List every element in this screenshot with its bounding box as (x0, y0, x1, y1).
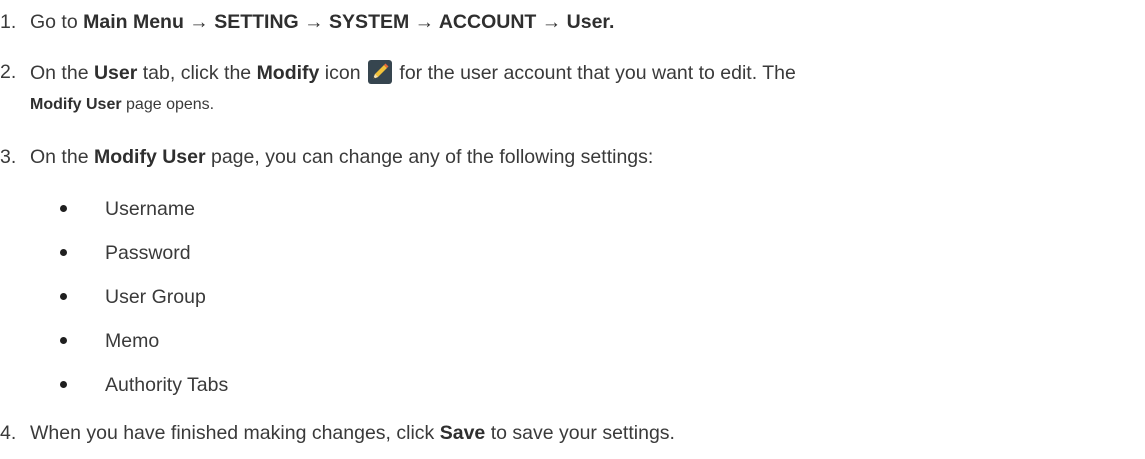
step-3-text: On the Modify User page, you can change … (30, 145, 653, 169)
user-tab-label: User (93, 62, 138, 84)
bullet-item: User Group (105, 286, 206, 308)
bullet-item: Authority Tabs (105, 374, 229, 396)
bullet-item: Password (105, 242, 191, 264)
modify-user-page-label: Modify User (30, 96, 122, 113)
menu-path: Main Menu → SETTING → SYSTEM → ACCOUNT →… (83, 11, 615, 33)
step-2-text-part: On the (30, 62, 94, 84)
step-4-text: When you have finished making changes, c… (30, 421, 675, 445)
step-number: 4. (0, 422, 17, 444)
step-number: 2. (0, 61, 17, 83)
step-2-text-part: page opens. (121, 96, 215, 113)
step-3-text-part: page, you can change any of the followin… (205, 146, 654, 168)
save-label: Save (439, 422, 486, 444)
bullet-dot (60, 293, 67, 300)
bullet-item: Memo (105, 330, 160, 352)
modify-label: Modify (256, 62, 320, 84)
step-1-prefix: Go to (30, 11, 84, 33)
step-2-text: On the User tab, click the Modify icon f… (30, 60, 796, 85)
document-page: 1. Go to Main Menu → SETTING → SYSTEM → … (0, 0, 1145, 459)
bullet-dot (60, 381, 67, 388)
step-3-text-part: On the (30, 146, 94, 168)
modify-user-page-label: Modify User (93, 146, 206, 168)
bullet-dot (60, 249, 67, 256)
step-2-continuation: Modify User page opens. (30, 93, 214, 117)
step-4-text-part: When you have finished making changes, c… (30, 422, 440, 444)
step-4-text-part: to save your settings. (485, 422, 675, 444)
step-number: 1. (0, 11, 17, 33)
step-2-text-part: tab, click the (137, 62, 257, 84)
bullet-dot (60, 337, 67, 344)
step-1-text: Go to Main Menu → SETTING → SYSTEM → ACC… (30, 10, 614, 34)
bullet-dot (60, 205, 67, 212)
step-2-text-part: for the user account that you want to ed… (394, 62, 796, 84)
step-number: 3. (0, 146, 17, 168)
step-2-text-part: icon (319, 62, 366, 84)
pencil-icon (368, 60, 392, 84)
bullet-item: Username (105, 198, 195, 220)
